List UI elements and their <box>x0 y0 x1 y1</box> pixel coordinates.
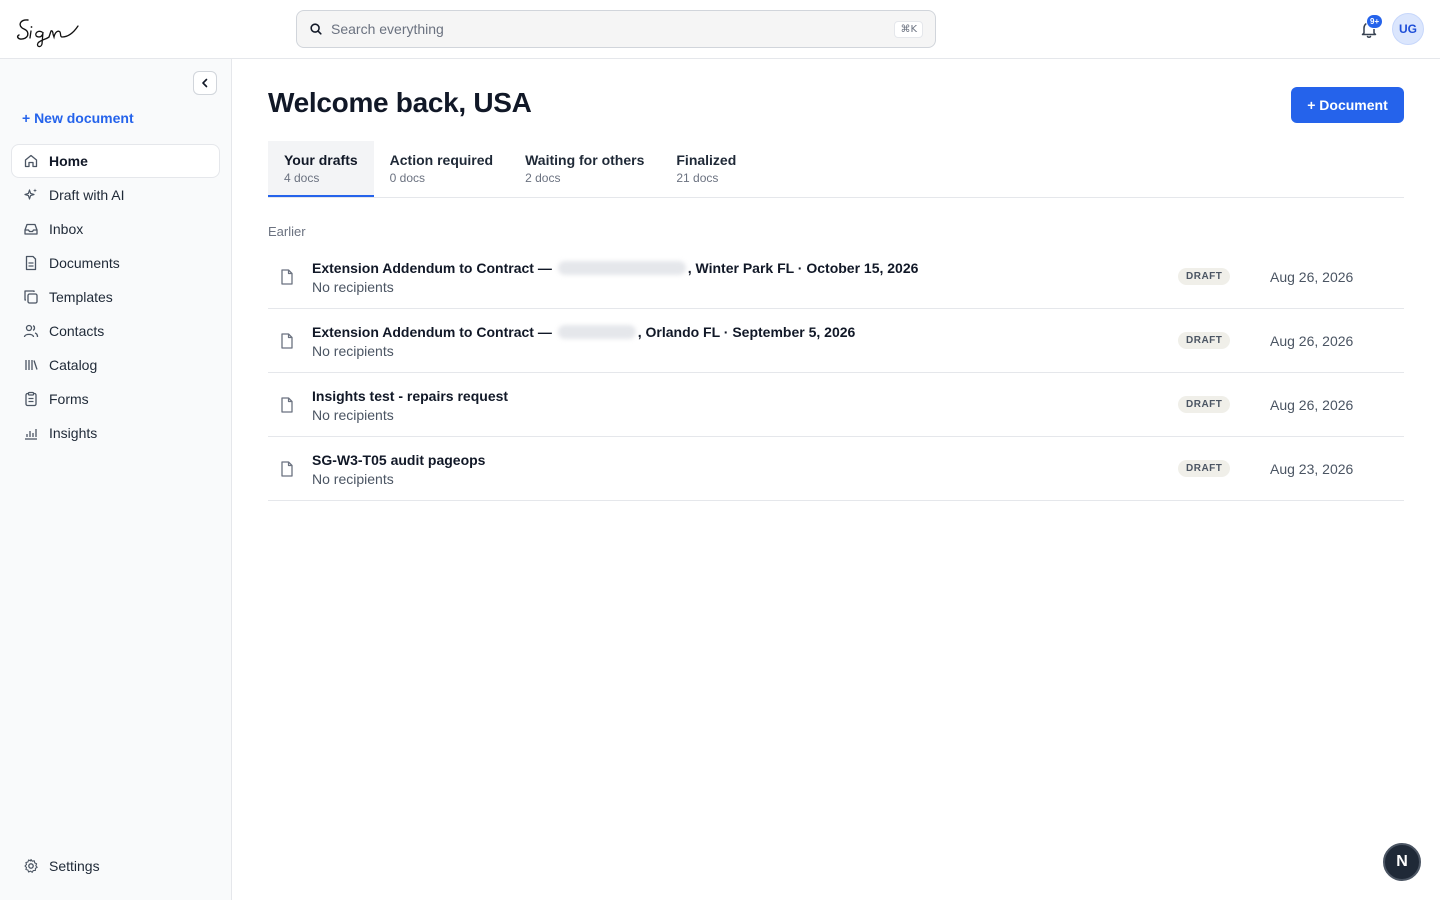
tab-label: Waiting for others <box>525 152 645 168</box>
tab-label: Your drafts <box>284 152 358 168</box>
document-title: SG-W3-T05 audit pageops <box>312 452 486 468</box>
tab-label: Action required <box>389 152 494 168</box>
forms-icon <box>23 391 39 407</box>
status-badge: DRAFT <box>1178 396 1231 413</box>
settings-label: Settings <box>49 858 100 874</box>
sidebar-item-label: Catalog <box>49 357 98 373</box>
sparkle-icon <box>23 187 39 203</box>
document-row[interactable]: Extension Addendum to Contract — , Orlan… <box>268 309 1404 373</box>
document-row[interactable]: SG-W3-T05 audit pageops No recipients DR… <box>268 437 1404 501</box>
chevron-left-icon <box>202 78 208 88</box>
page-title: Welcome back, USA <box>268 87 532 118</box>
sidebar-item-label: Draft with AI <box>49 187 125 203</box>
floating-action-button[interactable]: N <box>1383 843 1421 881</box>
sign-logo[interactable] <box>14 10 84 50</box>
tab-waiting-for-others[interactable]: Waiting for others 2 docs <box>509 141 660 197</box>
tab-count: 21 docs <box>676 171 719 185</box>
sidebar-item-inbox[interactable]: Inbox <box>11 212 220 246</box>
templates-icon <box>23 289 39 305</box>
status-badge: DRAFT <box>1178 268 1231 285</box>
collapse-sidebar-button[interactable] <box>193 71 217 95</box>
add-document-button[interactable]: + Document <box>1291 87 1404 123</box>
document-row[interactable]: Extension Addendum to Contract — , Winte… <box>268 245 1404 309</box>
document-recipients: No recipients <box>312 407 394 423</box>
sidebar-item-label: Contacts <box>49 323 105 339</box>
sidebar-item-settings[interactable]: Settings <box>11 849 220 883</box>
tab-finalized[interactable]: Finalized 21 docs <box>660 141 752 197</box>
sidebar-item-documents[interactable]: Documents <box>11 246 220 280</box>
sidebar-item-draft-with-ai[interactable]: Draft with AI <box>11 178 220 212</box>
settings-row[interactable]: Settings <box>11 849 220 883</box>
document-title-end: , Orlando FL · September 5, 2026 <box>637 324 856 340</box>
document-row[interactable]: Insights test - repairs request No recip… <box>268 373 1404 437</box>
tab-your-drafts[interactable]: Your drafts 4 docs <box>268 141 374 197</box>
document-info: Insights test - repairs request No recip… <box>312 388 508 423</box>
document-date: Aug 26, 2026 <box>1270 333 1354 349</box>
file-icon <box>281 397 293 413</box>
document-title-start: Extension Addendum to Contract — <box>312 260 552 276</box>
document-list: Extension Addendum to Contract — , Winte… <box>268 245 1404 501</box>
tab-count: 2 docs <box>525 171 561 185</box>
home-icon <box>23 153 39 169</box>
insights-icon <box>23 425 39 441</box>
sidebar-item-label: Inbox <box>49 221 84 237</box>
document-recipients: No recipients <box>312 279 394 295</box>
document-title: Extension Addendum to Contract — , Orlan… <box>312 324 855 340</box>
document-date: Aug 23, 2026 <box>1270 461 1354 477</box>
tab-label: Finalized <box>676 152 737 168</box>
status-badge: DRAFT <box>1178 460 1231 477</box>
document-tabs: Your drafts 4 docs Action required 0 doc… <box>268 141 1404 198</box>
sidebar: + New document Home Draft with AI Inbox … <box>0 59 232 900</box>
avatar[interactable]: UG <box>1392 13 1424 45</box>
document-info: Extension Addendum to Contract — , Winte… <box>312 260 918 295</box>
contacts-icon <box>23 323 39 339</box>
sidebar-nav: Home Draft with AI Inbox Documents Templ… <box>11 144 220 450</box>
section-label: Earlier <box>268 224 306 239</box>
document-title: Insights test - repairs request <box>312 388 509 404</box>
top-bar: ⌘K 9+ UG <box>0 0 1440 59</box>
search-bar[interactable]: ⌘K <box>296 10 936 48</box>
search-shortcut: ⌘K <box>894 20 923 38</box>
sidebar-item-insights[interactable]: Insights <box>11 416 220 450</box>
file-icon <box>281 269 293 285</box>
sidebar-item-templates[interactable]: Templates <box>11 280 220 314</box>
document-recipients: No recipients <box>312 471 394 487</box>
inbox-icon <box>23 221 39 237</box>
document-title-end: , Winter Park FL · October 15, 2026 <box>687 260 919 276</box>
tab-count: 4 docs <box>284 171 320 185</box>
notification-badge: 9+ <box>1366 14 1384 29</box>
document-recipients: No recipients <box>312 343 394 359</box>
document-info: SG-W3-T05 audit pageops No recipients <box>312 452 485 487</box>
sidebar-item-home[interactable]: Home <box>11 144 220 178</box>
file-icon <box>281 333 293 349</box>
search-input[interactable] <box>331 21 895 37</box>
sidebar-item-label: Forms <box>49 391 89 407</box>
document-info: Extension Addendum to Contract — , Orlan… <box>312 324 855 359</box>
tab-action-required[interactable]: Action required 0 docs <box>374 141 509 197</box>
document-date: Aug 26, 2026 <box>1270 397 1354 413</box>
sidebar-item-label: Templates <box>49 289 113 305</box>
sidebar-item-forms[interactable]: Forms <box>11 382 220 416</box>
redacted-text <box>557 325 636 339</box>
search-icon <box>310 23 322 35</box>
gear-icon <box>23 858 39 874</box>
sidebar-item-label: Insights <box>49 425 98 441</box>
tab-count: 0 docs <box>389 171 425 185</box>
sidebar-item-label: Documents <box>49 255 120 271</box>
document-date: Aug 26, 2026 <box>1270 269 1354 285</box>
new-document-link[interactable]: + New document <box>22 110 134 126</box>
catalog-icon <box>23 357 39 373</box>
file-icon <box>281 461 293 477</box>
status-badge: DRAFT <box>1178 332 1231 349</box>
document-icon <box>23 255 39 271</box>
document-title-start: Extension Addendum to Contract — <box>312 324 552 340</box>
redacted-text <box>557 261 686 275</box>
sidebar-item-label: Home <box>49 153 88 169</box>
sidebar-item-contacts[interactable]: Contacts <box>11 314 220 348</box>
sidebar-item-catalog[interactable]: Catalog <box>11 348 220 382</box>
document-title: Extension Addendum to Contract — , Winte… <box>312 260 918 276</box>
